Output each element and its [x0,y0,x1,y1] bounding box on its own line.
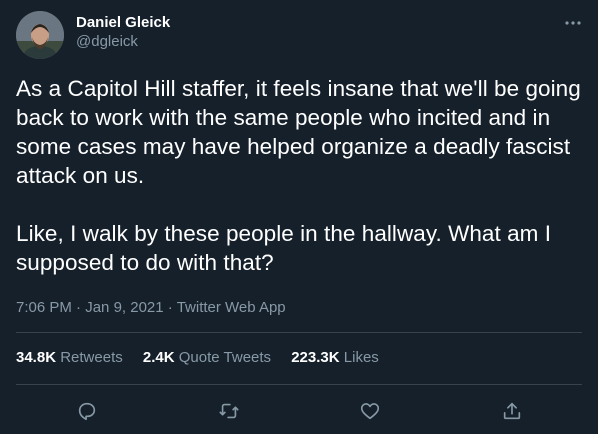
tweet: Daniel Gleick @dgleick As a Capitol Hill… [0,0,598,434]
author-name[interactable]: Daniel Gleick [76,14,170,31]
retweet-button[interactable] [216,398,242,424]
retweets-stat[interactable]: 34.8K Retweets [16,349,123,366]
like-button[interactable] [357,398,383,424]
tweet-text: As a Capitol Hill staffer, it feels insa… [16,74,582,277]
tweet-paragraph: As a Capitol Hill staffer, it feels insa… [16,76,581,188]
divider [16,384,582,385]
more-horizontal-icon [565,21,581,25]
tweet-source[interactable]: Twitter Web App [177,299,286,316]
quote-tweets-label: Quote Tweets [178,349,272,366]
avatar[interactable] [16,11,64,59]
author-handle[interactable]: @dgleick [76,33,138,50]
tweet-time[interactable]: 7:06 PM [16,299,72,316]
tweet-stats: 34.8K Retweets 2.4K Quote Tweets 223.3K … [16,349,395,366]
tweet-paragraph: Like, I walk by these people in the hall… [16,221,552,275]
likes-count: 223.3K [291,349,340,366]
quote-tweets-stat[interactable]: 2.4K Quote Tweets [143,349,271,366]
more-options-button[interactable] [562,14,584,32]
meta-separator: · [167,299,173,316]
share-icon [503,402,521,420]
likes-label: Likes [343,349,379,366]
avatar-photo [16,11,64,59]
heart-icon [360,403,380,420]
share-button[interactable] [499,398,525,424]
tweet-date[interactable]: Jan 9, 2021 [85,299,163,316]
retweets-count: 34.8K [16,349,57,366]
divider [16,332,582,333]
reply-icon [78,402,96,421]
tweet-meta: 7:06 PM · Jan 9, 2021 · Twitter Web App [16,299,286,316]
quote-tweets-count: 2.4K [142,349,175,366]
retweet-icon [219,403,239,419]
meta-separator: · [76,299,82,316]
reply-button[interactable] [74,398,100,424]
retweets-label: Retweets [60,349,123,366]
likes-stat[interactable]: 223.3K Likes [291,349,379,366]
